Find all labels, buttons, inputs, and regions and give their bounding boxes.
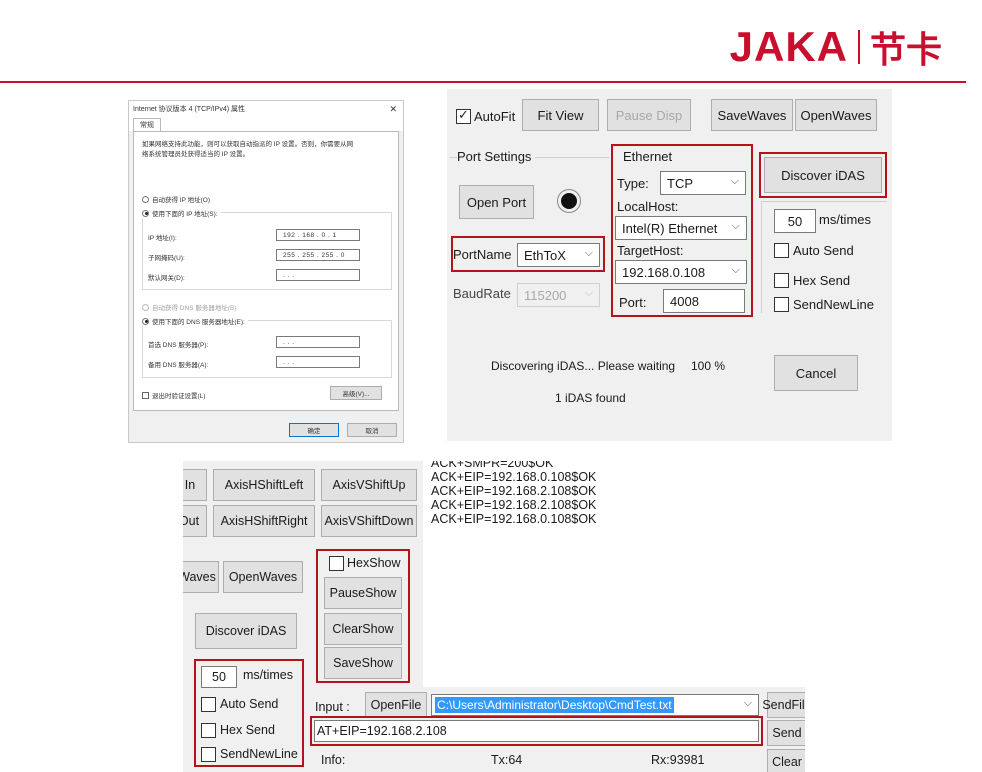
gateway-input[interactable]: . . . xyxy=(276,269,360,281)
jaka-logo: JAKA 节卡 xyxy=(730,22,942,72)
dns-group xyxy=(142,320,392,378)
header-divider xyxy=(0,81,966,83)
log-line: ACK+EIP=192.168.2.108$OK xyxy=(431,498,597,512)
cancel-discovery-button[interactable]: Cancel xyxy=(774,355,858,391)
rx-count: Rx:93981 xyxy=(651,753,705,767)
open-port-button[interactable]: Open Port xyxy=(459,185,534,219)
hex-send-checkbox[interactable] xyxy=(774,273,789,288)
gateway-label: 默认网关(D): xyxy=(148,275,185,282)
baudrate-label: BaudRate xyxy=(453,286,511,301)
clear-button[interactable]: Clear xyxy=(767,749,805,772)
log-line: ACK+EIP=192.168.2.108$OK xyxy=(431,484,597,498)
dialog-description: 如果网络支持此功能，则可以获取自动指派的 IP 设置。否则，你需要从网 络系统管… xyxy=(142,141,354,158)
axis-h-shift-left-button[interactable]: AxisHShiftLeft xyxy=(213,469,315,501)
discovering-status: Discovering iDAS... Please waiting xyxy=(491,359,676,373)
open-waves-button[interactable]: OpenWaves xyxy=(795,99,877,131)
logo-divider xyxy=(857,30,860,64)
discover-idas-button[interactable]: Discover iDAS xyxy=(195,613,297,649)
file-path-select[interactable]: C:\Users\Administrator\Desktop\CmdTest.t… xyxy=(431,694,759,716)
port-settings-label: Port Settings xyxy=(457,149,536,164)
radio-auto-ip[interactable]: 自动获得 IP 地址(O) xyxy=(142,194,210,204)
file-path-value: C:\Users\Administrator\Desktop\CmdTest.t… xyxy=(435,697,674,713)
interval-unit-label: ms/times xyxy=(819,212,871,227)
axis-v-shift-up-button[interactable]: AxisVShiftUp xyxy=(321,469,417,501)
send-file-button[interactable]: SendFile xyxy=(762,692,805,718)
ethernet-highlight xyxy=(611,144,753,317)
chevron-down-icon: ⌵ xyxy=(584,287,593,299)
auto-send-label: Auto Send xyxy=(793,243,854,258)
send-new-line-checkbox[interactable] xyxy=(774,297,789,312)
send-new-line-label: SendNewLine xyxy=(793,297,874,312)
axis-v-shift-down-button[interactable]: AxisVShiftDown xyxy=(321,505,417,537)
portname-highlight xyxy=(451,236,605,272)
subnet-mask-label: 子网掩码(U): xyxy=(148,255,185,262)
zoom-out-button[interactable]: Out xyxy=(183,505,207,537)
checkbox-icon xyxy=(142,391,149,399)
ok-button[interactable]: 确定 xyxy=(289,423,339,437)
hex-send-label: Hex Send xyxy=(793,273,851,288)
radio-icon xyxy=(142,195,149,203)
save-waves-button[interactable]: Waves xyxy=(183,561,219,593)
dialog-tabs: 常规 xyxy=(129,117,403,131)
dns1-input[interactable]: . . . xyxy=(276,336,360,348)
save-waves-button[interactable]: SaveWaves xyxy=(711,99,793,131)
logo-chinese: 节卡 xyxy=(869,30,942,71)
discovery-progress: 100 % xyxy=(691,359,726,373)
radio-manual-ip[interactable]: 使用下面的 IP 地址(S): xyxy=(142,208,221,218)
dialog-body: 如果网络支持此功能，则可以获取自动指派的 IP 设置。否则，你需要从网 络系统管… xyxy=(133,131,399,411)
cancel-button[interactable]: 取消 xyxy=(347,423,397,437)
ip-address-label: IP 地址(I): xyxy=(148,235,177,242)
dns2-input[interactable]: . . . xyxy=(276,356,360,368)
auto-send-checkbox[interactable] xyxy=(774,243,789,258)
discover-highlight xyxy=(759,152,887,198)
radio-auto-dns[interactable]: 自动获得 DNS 服务器地址(B) xyxy=(142,302,237,312)
radio-selected-icon xyxy=(142,209,149,217)
ethernet-settings-panel: AutoFit Fit View Pause Disp SaveWaves Op… xyxy=(447,89,892,441)
dns1-label: 首选 DNS 服务器(P): xyxy=(148,342,209,349)
validate-on-exit-checkbox[interactable]: 退出时验证设置(L) xyxy=(142,390,205,400)
chevron-down-icon: ⌵ xyxy=(743,697,752,709)
axis-h-shift-right-button[interactable]: AxisHShiftRight xyxy=(213,505,315,537)
baudrate-select[interactable]: 115200 ⌵ xyxy=(517,283,600,307)
ip-address-input[interactable]: 192 . 168 . 0 . 1 xyxy=(276,229,360,241)
log-line: ACK+SMPR=200$OK xyxy=(431,461,554,470)
dialog-titlebar: Internet 协议版本 4 (TCP/IPv4) 属性 ✕ xyxy=(129,101,403,117)
send-options-highlight xyxy=(194,659,304,767)
input-label: Input : xyxy=(315,700,350,714)
autofit-checkbox[interactable] xyxy=(456,107,471,124)
command-panel: In AxisHShiftLeft AxisVShiftUp Out AxisH… xyxy=(183,461,805,772)
pause-disp-button[interactable]: Pause Disp xyxy=(607,99,691,131)
tx-count: Tx:64 xyxy=(491,753,523,767)
fit-view-button[interactable]: Fit View xyxy=(522,99,599,131)
info-label: Info: xyxy=(321,753,346,767)
tab-general[interactable]: 常规 xyxy=(133,118,161,131)
send-button[interactable]: Send xyxy=(767,720,805,746)
port-status-indicator-icon xyxy=(561,193,577,209)
idas-found-count: 1 iDAS found xyxy=(555,391,626,405)
subnet-mask-input[interactable]: 255 . 255 . 255 . 0 xyxy=(276,249,360,261)
radio-icon xyxy=(142,303,149,311)
radio-selected-icon xyxy=(142,317,149,325)
radio-manual-dns[interactable]: 使用下面的 DNS 服务器地址(E): xyxy=(142,316,248,326)
open-waves-button[interactable]: OpenWaves xyxy=(223,561,303,593)
logo-text: JAKA xyxy=(729,23,848,70)
advanced-button[interactable]: 高级(V)... xyxy=(330,386,382,400)
dns2-label: 备用 DNS 服务器(A): xyxy=(148,362,209,369)
autofit-label: AutoFit xyxy=(474,109,516,124)
receive-log: ACK+SMPR=200$OK ACK+EIP=192.168.0.108$OK… xyxy=(423,461,805,687)
close-icon[interactable]: ✕ xyxy=(389,104,397,115)
open-file-button[interactable]: OpenFile xyxy=(365,692,427,718)
show-controls-highlight xyxy=(316,549,410,683)
interval-input[interactable]: 50 xyxy=(774,209,816,233)
dialog-title: Internet 协议版本 4 (TCP/IPv4) 属性 xyxy=(133,106,246,113)
ipv4-properties-dialog: Internet 协议版本 4 (TCP/IPv4) 属性 ✕ 常规 如果网络支… xyxy=(128,100,404,443)
log-line: ACK+EIP=192.168.0.108$OK xyxy=(431,470,597,484)
zoom-in-button[interactable]: In xyxy=(183,469,207,501)
command-input-highlight xyxy=(310,716,763,746)
log-line: ACK+EIP=192.168.0.108$OK xyxy=(431,512,597,526)
